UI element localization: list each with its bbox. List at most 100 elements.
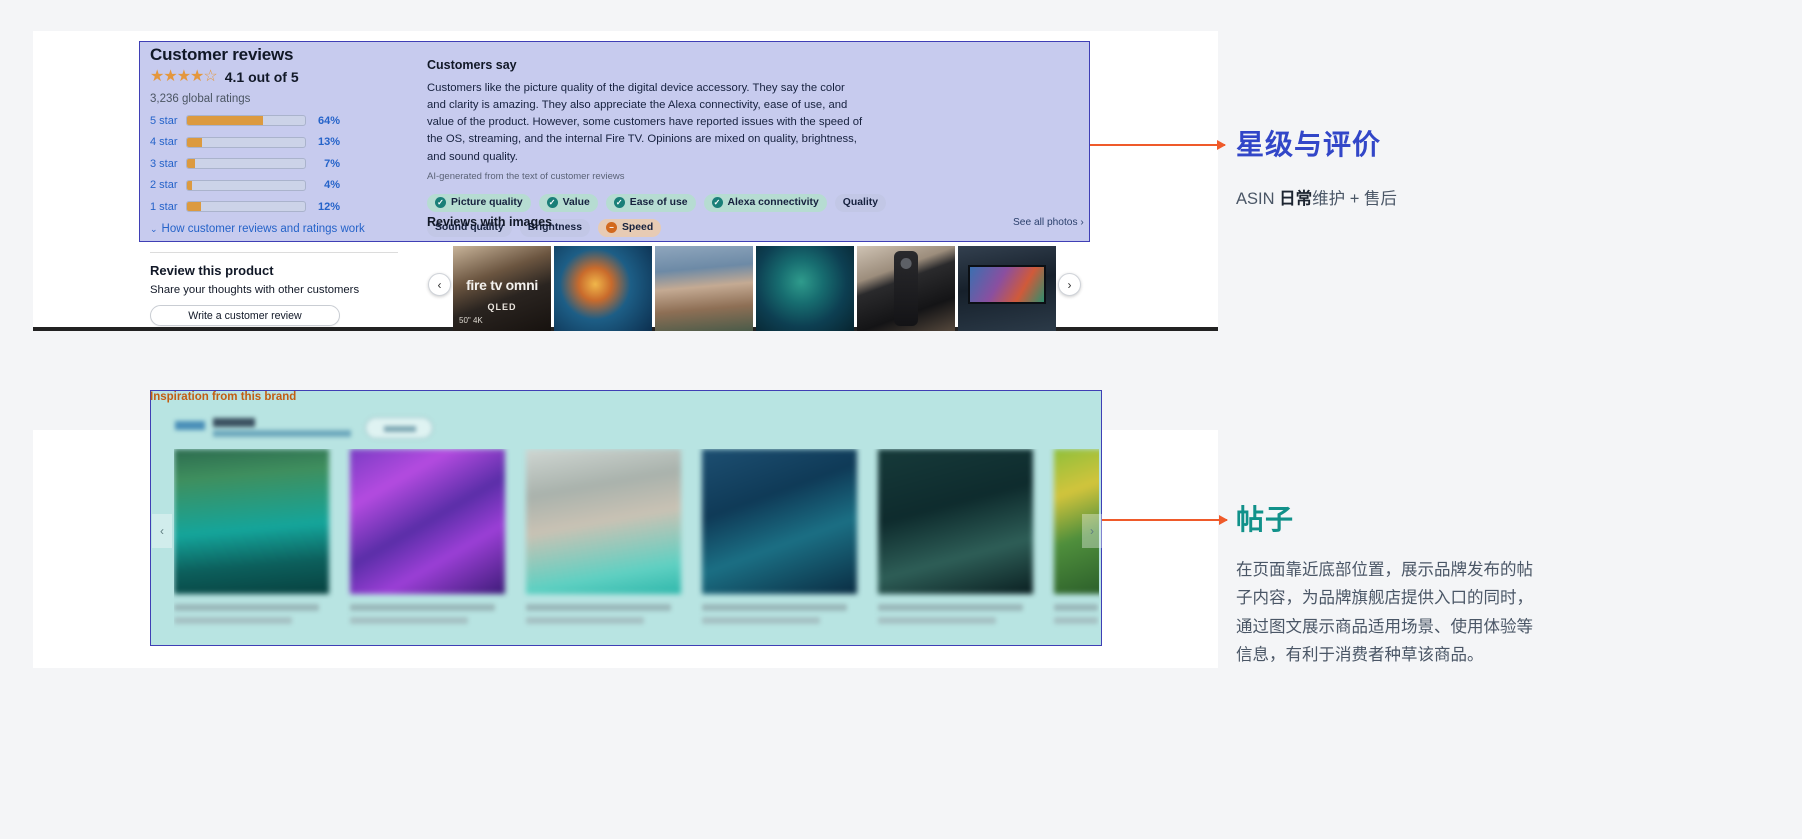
review-photo-strip[interactable]: fire tv omni QLED 50" 4K <box>453 246 1057 331</box>
sentiment-chip-quality[interactable]: Quality <box>834 193 887 212</box>
sentiment-chip-alexa-connectivity[interactable]: ✓ Alexa connectivity <box>703 193 827 212</box>
rating-bar-row[interactable]: 5 star 64% <box>150 113 420 128</box>
annotation-top-body-suffix: 维护 + 售后 <box>1312 190 1397 208</box>
review-thumb-sea-turtle-photo[interactable] <box>756 246 854 331</box>
annotation-arrow-bottom <box>1102 515 1228 525</box>
write-a-customer-review-button[interactable]: Write a customer review <box>150 305 340 326</box>
review-thumb-crowd-parade-photo[interactable] <box>655 246 753 331</box>
rating-bar-label: 2 star <box>150 179 178 191</box>
check-circle-icon: ✓ <box>711 197 723 209</box>
qled-text: QLED <box>487 302 517 313</box>
photo-carousel-next-button[interactable]: › <box>1058 273 1081 296</box>
how-reviews-work-link[interactable]: ⌄ How customer reviews and ratings work <box>150 223 420 235</box>
sentiment-chip-label: Picture quality <box>451 197 523 209</box>
screen-size-text: 50" 4K <box>459 316 483 325</box>
rating-summary: ★★★★☆ 4.1 out of 5 <box>150 69 420 86</box>
rating-bar-percent: 12% <box>317 200 340 213</box>
rating-bar-track <box>186 136 306 148</box>
rating-bar-fill <box>187 137 203 147</box>
annotation-bottom-body: 在页面靠近底部位置，展示品牌发布的帖子内容，为品牌旗舰店提供入口的同时，通过图文… <box>1236 561 1533 665</box>
post-caption-line-2 <box>526 617 644 624</box>
sentiment-chip-ease-of-use[interactable]: ✓ Ease of use <box>605 193 696 212</box>
annotation-bottom-title: 帖子 <box>1236 504 1295 535</box>
sentiment-chip-label: Quality <box>842 197 879 209</box>
annotation-top-title: 星级与评价 <box>1236 129 1382 160</box>
post-caption-line-1 <box>350 604 495 611</box>
rating-bar-track <box>186 201 306 212</box>
see-all-photos-link[interactable]: See all photos › <box>1013 217 1084 228</box>
post-caption-line-1 <box>174 604 319 611</box>
post-caption-line-1 <box>1054 604 1098 611</box>
inspiration-from-this-brand-title: Inspiration from this brand <box>150 391 297 403</box>
review-thumb-tv-on-stand-photo[interactable] <box>958 246 1056 331</box>
rating-bar-track <box>186 179 306 191</box>
brand-name-text <box>213 418 255 427</box>
sentiment-chip-label: Speed <box>621 222 654 234</box>
post-image <box>526 449 681 594</box>
customers-say-body: Customers like the picture quality of th… <box>427 82 863 163</box>
star-rating-icon[interactable]: ★★★★☆ <box>150 69 218 85</box>
rating-bar-percent: 13% <box>317 136 340 148</box>
review-thumb-fire-tv-omni-box[interactable]: fire tv omni QLED 50" 4K <box>453 246 551 331</box>
rating-bar-fill <box>187 202 202 211</box>
rating-bar-track <box>186 115 306 126</box>
sentiment-chip-label: Alexa connectivity <box>727 197 819 209</box>
rating-bar-track <box>186 158 306 169</box>
post-card-2[interactable] <box>350 449 505 645</box>
post-card-3[interactable] <box>526 449 681 645</box>
rating-bar-row[interactable]: 2 star 4% <box>150 178 420 193</box>
brand-logo <box>175 421 205 430</box>
post-caption-line-2 <box>1054 617 1098 624</box>
sentiment-chip-picture-quality[interactable]: ✓ Picture quality <box>427 193 531 212</box>
annotation-top-body-prefix: ASIN <box>1236 190 1280 208</box>
remote-body-shape <box>894 251 918 326</box>
rating-score-text: 4.1 out of 5 <box>224 69 299 85</box>
fire-tv-omni-text: fire tv omni <box>466 277 538 294</box>
rating-bar-fill <box>187 180 192 190</box>
minus-circle-icon: − <box>605 222 617 234</box>
rating-bar-row[interactable]: 3 star 7% <box>150 156 420 171</box>
post-card-4[interactable] <box>702 449 857 645</box>
post-image <box>174 449 329 594</box>
post-image <box>878 449 1033 594</box>
check-circle-icon: ✓ <box>435 197 446 209</box>
tv-screen-shape <box>967 264 1047 304</box>
post-caption-line-1 <box>702 604 847 611</box>
sentiment-chip-value[interactable]: ✓ Value <box>538 193 598 212</box>
post-image <box>702 449 857 594</box>
rating-bar-row[interactable]: 4 star 13% <box>150 135 420 150</box>
sentiment-chip-label: Ease of use <box>629 197 688 209</box>
chevron-down-icon: ⌄ <box>150 223 158 234</box>
customer-reviews-title: Customer reviews <box>150 45 294 64</box>
check-circle-icon: ✓ <box>613 197 625 209</box>
sentiment-chip-speed[interactable]: − Speed <box>597 218 662 237</box>
rating-bar-fill <box>187 116 263 125</box>
customers-say-section: Customers say Customers like the picture… <box>427 58 887 237</box>
sentiment-chip-label: Value <box>562 197 590 209</box>
section-divider <box>150 252 398 253</box>
photo-carousel-prev-button[interactable]: ‹ <box>428 273 451 296</box>
rating-bar-percent: 4% <box>324 179 340 191</box>
rating-bar-label: 4 star <box>150 136 178 148</box>
post-caption-line-1 <box>878 604 1023 611</box>
rating-bar-row[interactable]: 1 star 12% <box>150 199 420 214</box>
brand-posts-carousel[interactable] <box>174 449 1099 645</box>
post-card-5[interactable] <box>878 449 1033 645</box>
posts-carousel-prev-button[interactable]: ‹ <box>152 514 172 548</box>
brand-visit-store-link[interactable] <box>213 430 351 437</box>
review-thumb-clownfish-reef-photo[interactable] <box>554 246 652 331</box>
post-caption-line-2 <box>350 617 468 624</box>
post-caption-line-2 <box>174 617 292 624</box>
rating-bar-percent: 7% <box>324 157 340 170</box>
review-this-product-subtitle: Share your thoughts with other customers <box>150 284 360 296</box>
post-caption-line-1 <box>526 604 671 611</box>
posts-carousel-next-button[interactable]: › <box>1082 514 1102 548</box>
follow-button[interactable] <box>365 417 433 439</box>
rating-distribution-list: 5 star 64% 4 star 13% 3 star 7% 2 star 4% 1 star… <box>150 113 420 214</box>
post-card-1[interactable] <box>174 449 329 645</box>
annotation-arrow-top <box>1090 140 1226 150</box>
brand-header-row[interactable] <box>175 415 575 443</box>
customer-reviews-section: Customer reviews ★★★★☆ 4.1 out of 5 3,23… <box>150 45 420 235</box>
review-thumb-remote-control-photo[interactable] <box>857 246 955 331</box>
ai-generated-note: AI-generated from the text of customer r… <box>427 170 625 182</box>
